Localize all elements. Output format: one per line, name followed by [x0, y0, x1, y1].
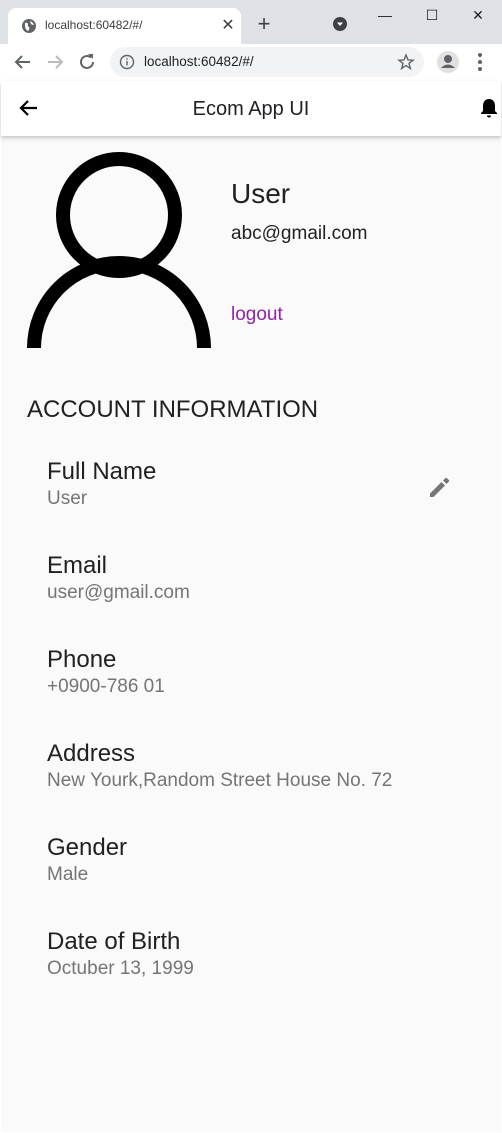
info-label: Date of Birth: [47, 928, 181, 955]
avatar-person-icon: [27, 152, 211, 349]
info-label: Gender: [47, 834, 128, 861]
edit-pencil-icon[interactable]: [427, 474, 453, 500]
info-value: New Yourk,Random Street House No. 72: [47, 770, 393, 791]
tab-search-icon[interactable]: [332, 16, 348, 32]
plus-icon[interactable]: +: [252, 12, 276, 36]
address-bar[interactable]: localhost:60482/#/: [110, 47, 424, 77]
profile-email: abc@gmail.com: [231, 223, 368, 244]
info-item-full-name: Full Name User: [47, 458, 467, 512]
maximize-icon[interactable]: ☐: [418, 4, 446, 26]
star-icon[interactable]: [397, 53, 415, 71]
profile-icon[interactable]: [436, 50, 460, 74]
forward-arrow-icon[interactable]: [44, 51, 66, 73]
info-label: Full Name: [47, 458, 157, 485]
info-value: Male: [47, 864, 89, 885]
minimize-icon[interactable]: —: [371, 4, 399, 26]
info-label: Address: [47, 740, 136, 767]
browser-tab[interactable]: localhost:60482/#/ ✕: [8, 8, 241, 44]
info-value: user@gmail.com: [47, 582, 190, 603]
tab-title: localhost:60482/#/: [45, 18, 143, 32]
info-label: Email: [47, 552, 108, 579]
info-item-email: Email user@gmail.com: [47, 552, 467, 606]
info-item-address: Address New Yourk,Random Street House No…: [47, 740, 467, 794]
info-label: Phone: [47, 646, 117, 673]
info-item-gender: Gender Male: [47, 834, 467, 888]
globe-icon: [22, 19, 36, 33]
section-title: ACCOUNT INFORMATION: [27, 396, 319, 423]
window-close-icon[interactable]: ✕: [464, 4, 492, 26]
info-value: +0900-786 01: [47, 676, 165, 697]
back-arrow-icon[interactable]: [12, 51, 34, 73]
info-item-phone: Phone +0900-786 01: [47, 646, 467, 700]
info-item-date-of-birth: Date of Birth Octuber 13, 1999: [47, 928, 467, 982]
info-icon[interactable]: [119, 54, 135, 70]
url-text: localhost:60482/#/: [144, 54, 254, 69]
info-value: Octuber 13, 1999: [47, 958, 194, 979]
close-icon[interactable]: ✕: [219, 17, 237, 35]
page-title: Ecom App UI: [192, 98, 310, 120]
info-value: User: [47, 488, 88, 509]
profile-name: User: [231, 178, 291, 209]
app-bar: Ecom App UI: [1, 81, 501, 136]
logout-link[interactable]: logout: [231, 304, 283, 326]
profile-screen: User abc@gmail.com logout ACCOUNT INFORM…: [1, 136, 501, 1132]
browser-tab-strip: localhost:60482/#/ ✕ + — ☐ ✕: [0, 0, 502, 44]
more-vert-icon[interactable]: [470, 51, 490, 73]
bell-icon[interactable]: [478, 97, 500, 119]
reload-icon[interactable]: [76, 51, 98, 73]
browser-toolbar: localhost:60482/#/: [0, 44, 502, 80]
